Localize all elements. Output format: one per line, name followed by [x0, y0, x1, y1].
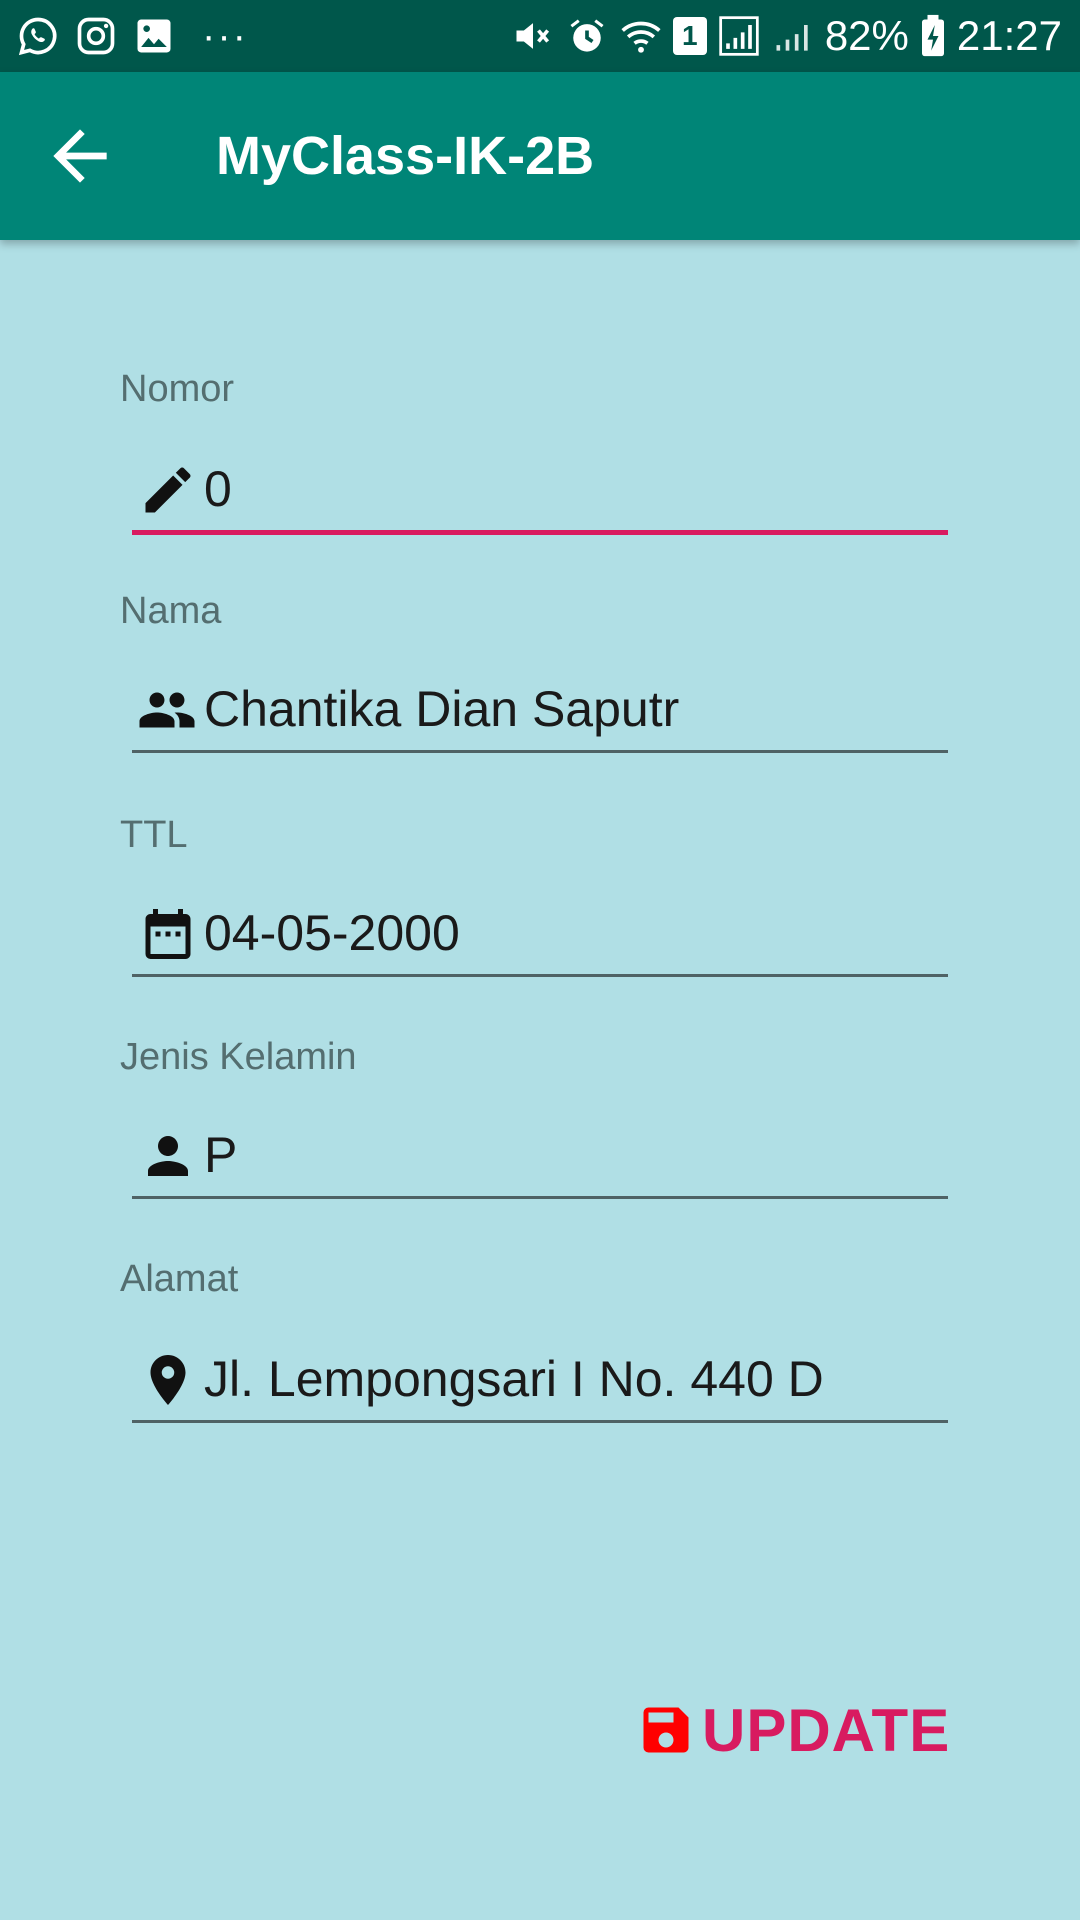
update-button-label: UPDATE — [702, 1696, 951, 1764]
app-title: MyClass-IK-2B — [216, 126, 595, 186]
status-bar: ··· 1 82% 21:27 — [0, 0, 1080, 72]
alamat-value: Jl. Lempongsari I No. 440 D — [204, 1351, 824, 1407]
mute-icon — [511, 14, 555, 58]
location-pin-icon — [138, 1350, 198, 1410]
jenis-kelamin-input[interactable]: P — [132, 1112, 948, 1199]
calendar-icon — [138, 904, 198, 964]
nama-input[interactable]: Chantika Dian Saputr — [132, 666, 948, 753]
alarm-icon — [565, 14, 609, 58]
pencil-icon — [138, 460, 198, 520]
people-icon — [132, 680, 202, 740]
app-bar: MyClass-IK-2B — [0, 72, 1080, 240]
jenis-kelamin-label: Jenis Kelamin — [120, 1036, 357, 1078]
signal-secondary-icon — [771, 14, 815, 58]
alamat-label: Alamat — [120, 1258, 239, 1300]
overflow-notifications-icon: ··· — [202, 14, 248, 58]
update-button[interactable]: UPDATE — [636, 1690, 950, 1770]
signal-icon — [717, 14, 761, 58]
nama-value: Chantika Dian Saputr — [204, 681, 680, 737]
ttl-value: 04-05-2000 — [204, 905, 460, 961]
arrow-back-icon — [53, 129, 107, 183]
whatsapp-icon — [16, 14, 60, 58]
clock: 21:27 — [956, 12, 1062, 59]
nomor-label: Nomor — [120, 368, 235, 410]
status-bar-notifications: ··· — [16, 12, 248, 60]
battery-percent: 82% — [824, 12, 909, 59]
sim-slot-badge: 1 — [672, 17, 707, 55]
battery-charging-icon — [919, 14, 947, 58]
nama-label: Nama — [120, 590, 222, 632]
jenis-kelamin-value: P — [204, 1127, 238, 1183]
status-bar-system: 1 82% 21:27 — [511, 8, 1062, 64]
save-icon — [636, 1700, 696, 1760]
instagram-icon — [74, 14, 118, 58]
ttl-input[interactable]: 04-05-2000 — [132, 890, 948, 977]
ttl-label: TTL — [120, 814, 188, 856]
nomor-input[interactable]: 0 — [132, 446, 948, 535]
back-button[interactable] — [40, 116, 120, 196]
gallery-icon — [132, 14, 176, 58]
alamat-input[interactable]: Jl. Lempongsari I No. 440 D — [132, 1336, 948, 1423]
wifi-icon — [619, 14, 663, 58]
person-icon — [138, 1126, 198, 1186]
nomor-value: 0 — [204, 461, 232, 517]
